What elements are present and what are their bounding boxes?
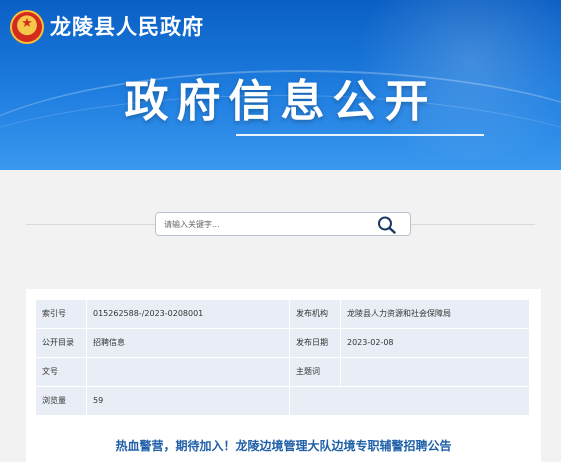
search-icon[interactable] bbox=[376, 215, 398, 235]
field-label: 发布日期 bbox=[290, 329, 340, 357]
title-underline bbox=[236, 134, 484, 136]
info-table: 索引号 015262588-/2023-0208001 发布机构 龙陵县人力资源… bbox=[36, 300, 529, 416]
field-label: 索引号 bbox=[36, 300, 86, 328]
field-value: 招聘信息 bbox=[87, 329, 289, 357]
field-label: 文号 bbox=[36, 358, 86, 386]
table-row: 索引号 015262588-/2023-0208001 发布机构 龙陵县人力资源… bbox=[36, 300, 529, 328]
field-value bbox=[87, 358, 289, 386]
field-label: 主题词 bbox=[290, 358, 340, 386]
search-bar bbox=[155, 212, 411, 236]
field-value: 2023-02-08 bbox=[341, 329, 529, 357]
table-row: 公开目录 招聘信息 发布日期 2023-02-08 bbox=[36, 329, 529, 357]
search-input[interactable] bbox=[164, 216, 369, 232]
header-banner: ★ 龙陵县人民政府 政府信息公开 bbox=[0, 0, 561, 170]
national-emblem-icon: ★ bbox=[10, 10, 44, 44]
field-value bbox=[341, 358, 529, 386]
table-row: 浏览量 59 bbox=[36, 387, 529, 415]
field-label: 公开目录 bbox=[36, 329, 86, 357]
site-name[interactable]: 龙陵县人民政府 bbox=[50, 12, 204, 42]
field-value: 015262588-/2023-0208001 bbox=[87, 300, 289, 328]
empty-cell bbox=[290, 387, 529, 415]
field-value: 59 bbox=[87, 387, 289, 415]
field-label: 发布机构 bbox=[290, 300, 340, 328]
page-title: 政府信息公开 bbox=[124, 76, 437, 127]
table-row: 文号 主题词 bbox=[36, 358, 529, 386]
field-value: 龙陵县人力资源和社会保障局 bbox=[341, 300, 529, 328]
field-label: 浏览量 bbox=[36, 387, 86, 415]
article-title: 热血警营，期待加入！龙陵边境管理大队边境专职辅警招聘公告 bbox=[115, 439, 452, 453]
